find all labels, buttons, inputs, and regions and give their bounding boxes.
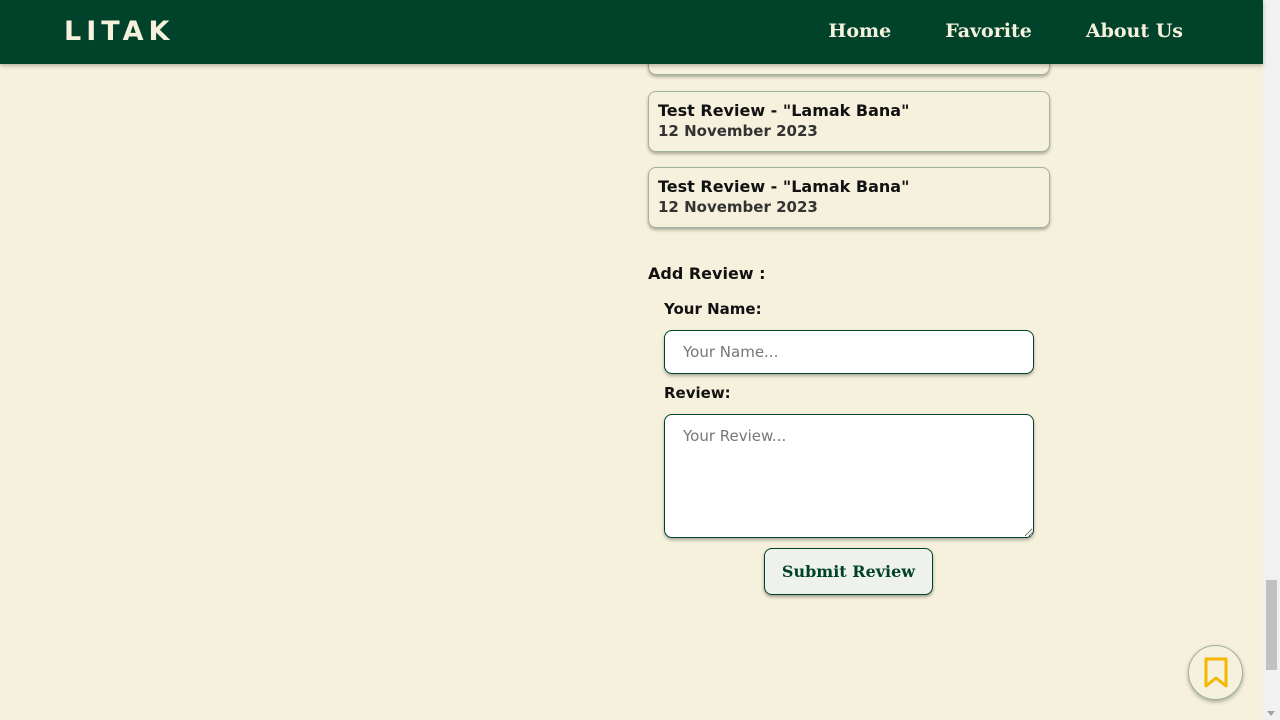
- top-navbar: LITAK Home Favorite About Us: [0, 0, 1263, 64]
- name-label: Your Name:: [664, 300, 762, 318]
- review-title: Test Review - "Lamak Bana": [658, 177, 910, 196]
- bookmark-icon: [1204, 657, 1227, 687]
- review-textarea[interactable]: [664, 414, 1034, 538]
- review-date: 12 November 2023: [658, 198, 818, 216]
- scroll-down-arrow-icon[interactable]: [1267, 711, 1275, 716]
- nav-favorite-link[interactable]: Favorite: [945, 20, 1032, 42]
- review-card: Test Review - "Lamak Bana" 12 November 2…: [648, 167, 1050, 228]
- nav-links: Home Favorite About Us: [828, 20, 1183, 42]
- name-input[interactable]: [664, 330, 1034, 374]
- brand-logo[interactable]: LITAK: [64, 16, 174, 47]
- review-date: 12 November 2023: [658, 122, 818, 140]
- add-review-heading: Add Review :: [648, 264, 766, 283]
- scrollbar-thumb[interactable]: [1266, 580, 1277, 670]
- submit-review-button[interactable]: Submit Review: [764, 548, 933, 595]
- review-title: Test Review - "Lamak Bana": [658, 101, 910, 120]
- review-label: Review:: [664, 384, 731, 402]
- favorite-fab-button[interactable]: [1188, 645, 1243, 700]
- nav-home-link[interactable]: Home: [828, 20, 891, 42]
- page-scrollbar[interactable]: [1263, 0, 1280, 720]
- nav-about-link[interactable]: About Us: [1086, 20, 1183, 42]
- review-card: Test Review - "Lamak Bana" 12 November 2…: [648, 91, 1050, 152]
